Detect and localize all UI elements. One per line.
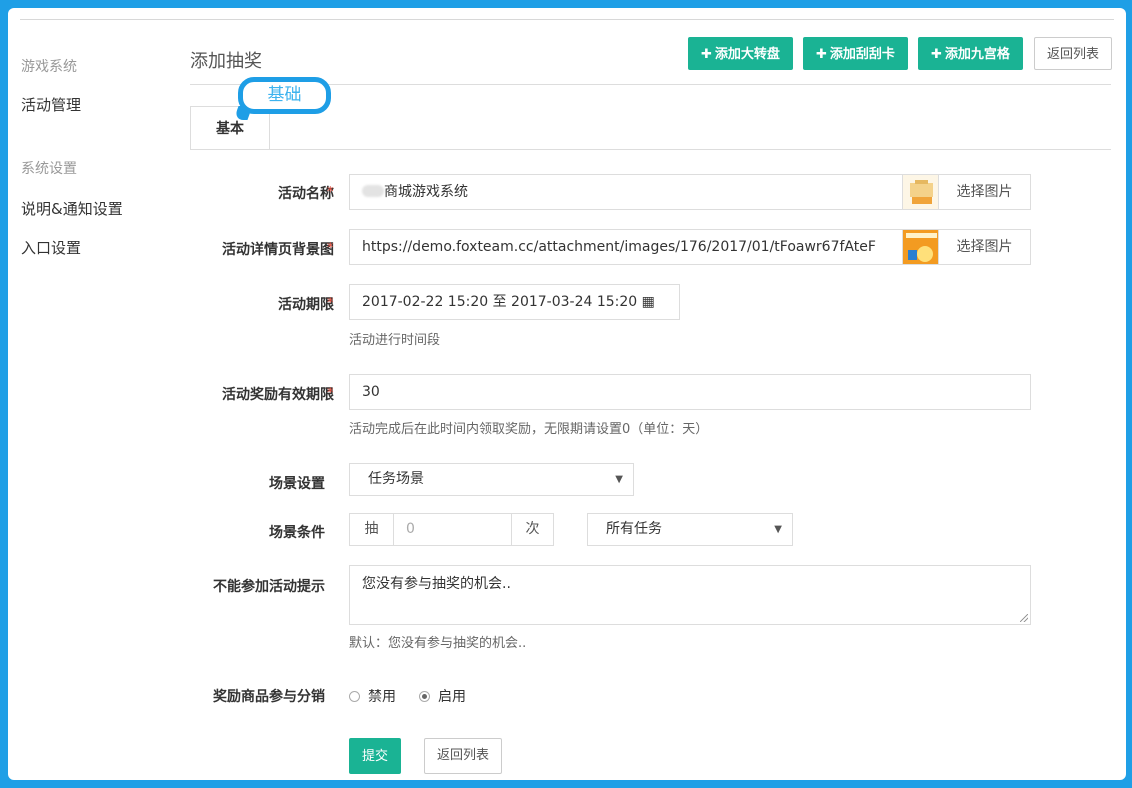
bg-select-image-button[interactable]: 选择图片 [938, 229, 1031, 265]
required-mark: * [327, 296, 334, 311]
radio-off-icon [349, 691, 360, 702]
period-value: 2017-02-22 15:20 至 2017-03-24 15:20 [362, 294, 638, 310]
disable-label: 禁用 [368, 689, 396, 705]
annotation-bubble: 基础 [238, 77, 331, 114]
bg-image-thumbnail [902, 229, 939, 265]
reward-limit-input[interactable]: 30 [349, 374, 1031, 410]
condition-count-input[interactable]: 0 [393, 513, 512, 546]
required-mark: * [327, 241, 334, 256]
page-title: 添加抽奖 [190, 51, 262, 72]
period-label: 活动期限 [278, 297, 334, 313]
period-picker[interactable]: 2017-02-22 15:20 至 2017-03-24 15:20 ▦ [349, 284, 680, 320]
task-value: 所有任务 [606, 521, 662, 537]
notice-label: 不能参加活动提示 [213, 579, 325, 595]
radio-on-icon [419, 691, 430, 702]
notice-textarea[interactable]: 您没有参与抽奖的机会.. [349, 565, 1031, 625]
plus-icon: ✚ [931, 47, 942, 62]
bg-label: 活动详情页背景图 [222, 242, 334, 258]
submit-button[interactable]: 提交 [349, 738, 402, 774]
name-select-image-button[interactable]: 选择图片 [938, 174, 1031, 210]
distribution-label: 奖励商品参与分销 [213, 689, 325, 705]
resize-handle[interactable] [1020, 614, 1028, 622]
redacted-text [362, 185, 384, 197]
add-scratch-button[interactable]: ✚ 添加刮刮卡 [803, 37, 908, 70]
plus-icon: ✚ [816, 47, 827, 62]
notice-value: 您没有参与抽奖的机会.. [362, 576, 511, 592]
reward-limit-label: 活动奖励有效期限 [222, 387, 334, 403]
condition-suffix: 次 [511, 513, 554, 546]
bg-image-input[interactable]: https://demo.foxteam.cc/attachment/image… [349, 229, 903, 265]
sidebar-group-game: 游戏系统 [21, 59, 77, 75]
add-grid-button[interactable]: ✚ 添加九宫格 [918, 37, 1023, 70]
required-mark: * [327, 185, 334, 200]
name-label: 活动名称 [278, 186, 334, 202]
sidebar-item-notice[interactable]: 说明&通知设置 [21, 198, 123, 219]
scene-select[interactable]: 任务场景 ▼ [349, 463, 634, 496]
add-wheel-button[interactable]: ✚ 添加大转盘 [688, 37, 793, 70]
chevron-down-icon: ▼ [774, 524, 782, 535]
add-grid-label: 添加九宫格 [944, 47, 1010, 62]
reward-limit-help: 活动完成后在此时间内领取奖励，无限期请设置0（单位：天） [349, 422, 709, 437]
scene-label: 场景设置 [269, 476, 325, 492]
activity-name-input[interactable]: 商城游戏系统 [349, 174, 903, 210]
back-list-button[interactable]: 返回列表 [1034, 37, 1113, 70]
sidebar-item-activity[interactable]: 活动管理 [21, 94, 81, 115]
plus-icon: ✚ [701, 47, 712, 62]
top-divider [20, 19, 1114, 20]
required-mark: * [327, 386, 334, 401]
condition-prefix: 抽 [349, 513, 394, 546]
name-image-thumbnail [902, 174, 939, 210]
period-help: 活动进行时间段 [349, 333, 441, 348]
activity-name-value: 商城游戏系统 [384, 184, 468, 200]
notice-help: 默认：您没有参与抽奖的机会.. [349, 636, 527, 651]
sidebar-item-entry[interactable]: 入口设置 [21, 237, 81, 258]
scene-value: 任务场景 [368, 471, 424, 487]
chevron-down-icon: ▼ [615, 474, 623, 485]
enable-label: 启用 [438, 689, 466, 705]
distribution-enable-radio[interactable]: 启用 [419, 686, 466, 706]
add-scratch-label: 添加刮刮卡 [829, 47, 895, 62]
app-frame: 游戏系统 活动管理 系统设置 说明&通知设置 入口设置 添加抽奖 ✚ 添加大转盘 … [8, 8, 1126, 780]
sidebar-group-settings: 系统设置 [21, 161, 77, 177]
form-back-button[interactable]: 返回列表 [424, 738, 503, 774]
add-wheel-label: 添加大转盘 [714, 47, 780, 62]
calendar-icon: ▦ [641, 294, 655, 310]
task-select[interactable]: 所有任务 ▼ [587, 513, 793, 546]
distribution-disable-radio[interactable]: 禁用 [349, 686, 396, 706]
tab-divider [190, 149, 1111, 150]
condition-label: 场景条件 [269, 525, 325, 541]
